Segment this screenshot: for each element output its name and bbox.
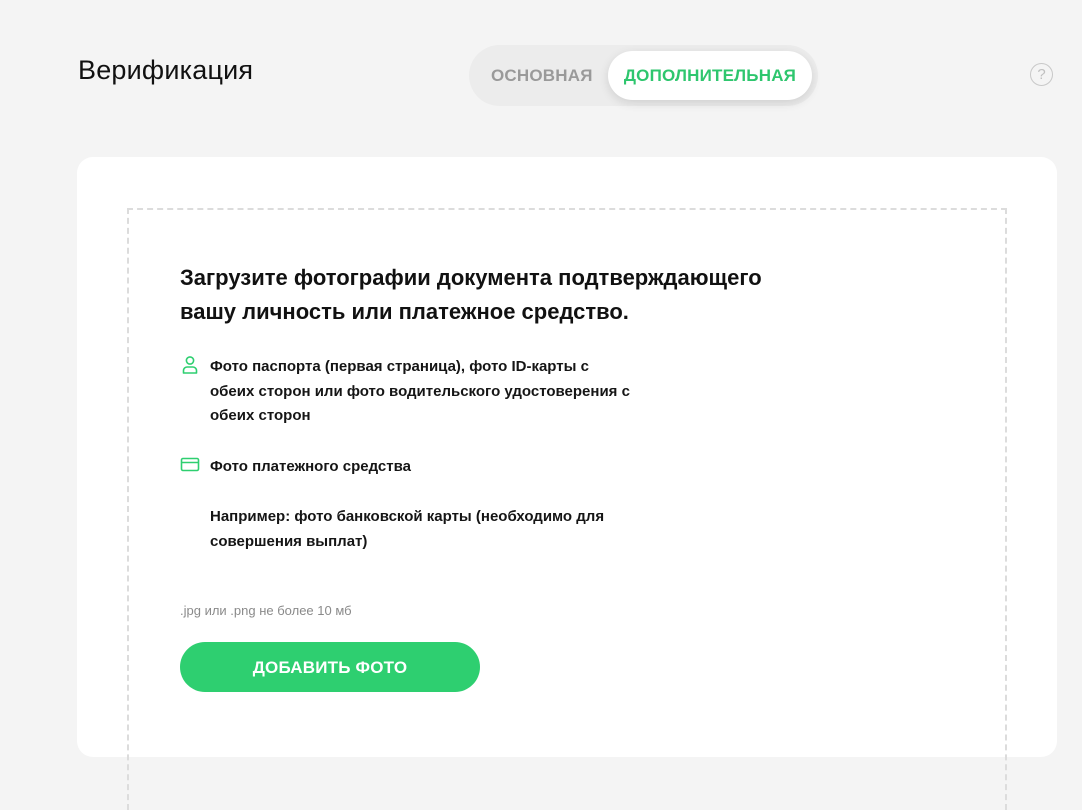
page-title: Верификация	[78, 55, 254, 85]
verification-tabs: ОСНОВНАЯ ДОПОЛНИТЕЛЬНАЯ	[469, 45, 818, 106]
tab-main[interactable]: ОСНОВНАЯ	[491, 51, 593, 100]
tab-additional[interactable]: ДОПОЛНИТЕЛЬНАЯ	[608, 51, 812, 100]
file-format-hint: .jpg или .png не более 10 мб	[180, 603, 352, 618]
requirement-payment-text: Фото платежного средства	[210, 458, 411, 475]
upload-heading: Загрузите фотографии документа подтвержд…	[180, 265, 762, 324]
card-icon	[180, 455, 200, 475]
verification-card: Загрузите фотографии документа подтвержд…	[77, 157, 1057, 810]
requirement-example-text: Например: фото банковской карты (необход…	[210, 508, 605, 550]
user-icon	[180, 355, 200, 375]
upload-dropzone[interactable]: Загрузите фотографии документа подтвержд…	[127, 208, 1007, 810]
help-icon[interactable]: ?	[1030, 63, 1053, 86]
add-photo-button[interactable]: ДОБАВИТЬ ФОТО	[180, 642, 480, 692]
requirement-identity-text: Фото паспорта (первая страница), фото ID…	[210, 358, 630, 424]
